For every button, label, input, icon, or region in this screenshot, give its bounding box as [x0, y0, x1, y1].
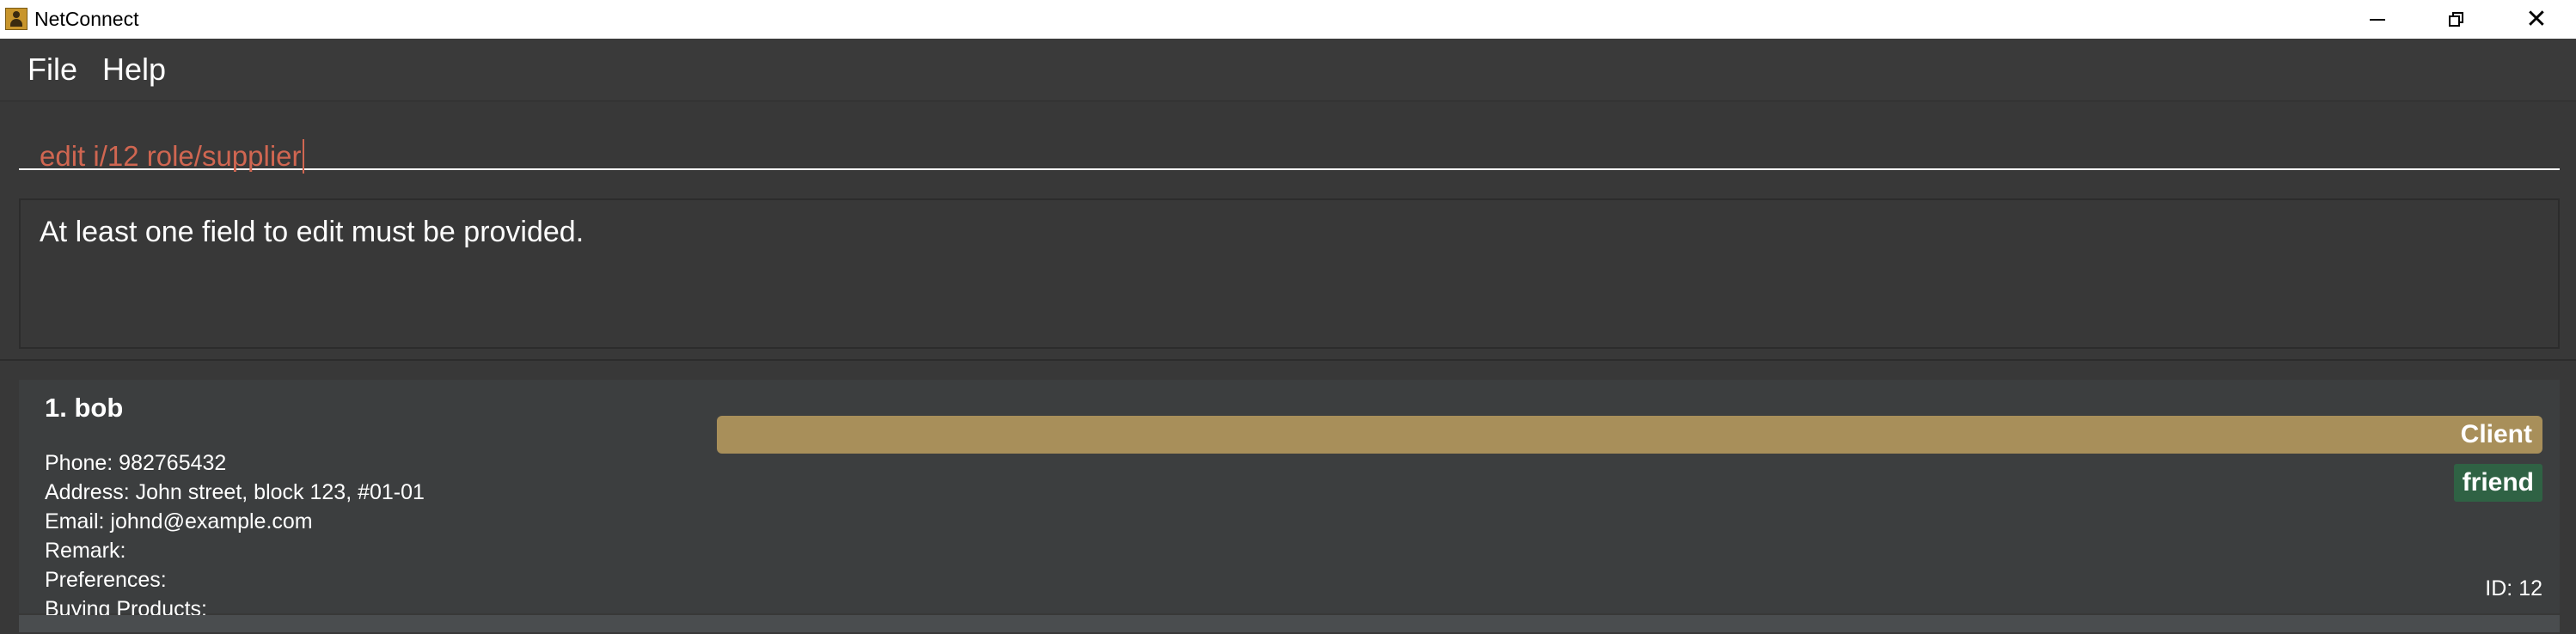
person-address: Address: John street, block 123, #01-01 — [45, 480, 425, 504]
menu-file[interactable]: File — [28, 52, 77, 87]
person-preferences: Preferences: — [45, 568, 167, 592]
minimize-button[interactable] — [2338, 0, 2417, 39]
result-message: At least one field to edit must be provi… — [40, 216, 584, 248]
person-list-panel[interactable]: 1. bob Phone: 982765432 Address: John st… — [0, 359, 2576, 634]
close-icon: ✕ — [2525, 3, 2548, 34]
menu-bar: File Help — [0, 39, 2576, 101]
next-person-card[interactable] — [19, 615, 2560, 632]
person-card[interactable]: 1. bob Phone: 982765432 Address: John st… — [19, 380, 2560, 621]
app-icon — [5, 8, 28, 30]
role-badge: Client — [717, 416, 2542, 454]
window-title: NetConnect — [34, 8, 139, 30]
command-area: edit i/12 role/supplier — [0, 101, 2576, 187]
result-display[interactable]: At least one field to edit must be provi… — [19, 198, 2560, 349]
restore-icon — [2449, 11, 2464, 27]
restore-button[interactable] — [2417, 0, 2496, 39]
command-input[interactable]: edit i/12 role/supplier — [19, 119, 2560, 174]
tag-friend: friend — [2453, 464, 2542, 502]
person-name: 1. bob — [45, 393, 124, 423]
role-label: Client — [2460, 420, 2532, 448]
person-email: Email: johnd@example.com — [45, 509, 313, 533]
minimize-icon — [2370, 18, 2385, 21]
text-caret — [302, 139, 304, 174]
command-text: edit i/12 role/supplier — [40, 139, 304, 174]
person-phone: Phone: 982765432 — [45, 451, 227, 475]
close-button[interactable]: ✕ — [2497, 0, 2576, 39]
window-titlebar: NetConnect ✕ — [0, 0, 2576, 39]
person-id: ID: 12 — [2485, 576, 2542, 600]
menu-help[interactable]: Help — [102, 52, 166, 87]
person-remark: Remark: — [45, 539, 126, 563]
